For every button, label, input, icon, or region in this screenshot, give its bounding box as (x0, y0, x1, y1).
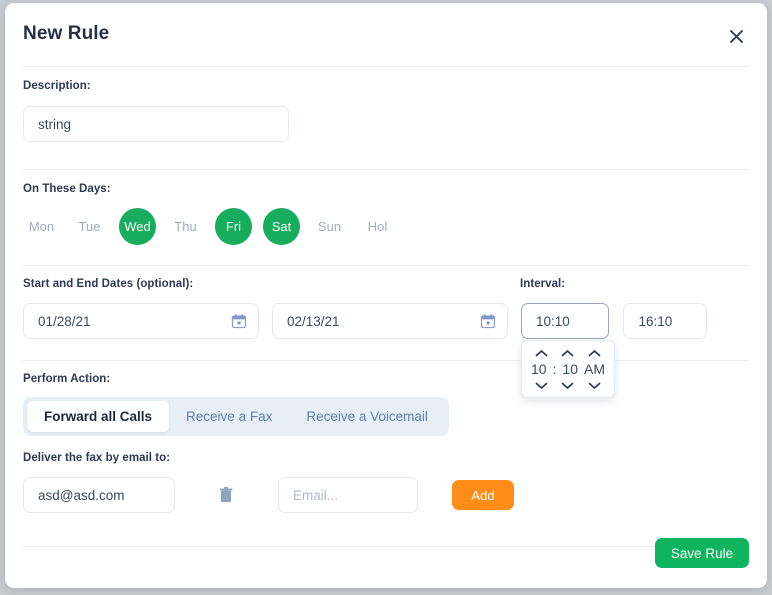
time-picker-minute: 10 (562, 361, 578, 377)
time-picker-meridiem: AM (583, 361, 605, 377)
time-picker-down-row (522, 381, 614, 390)
new-email-input[interactable] (278, 477, 418, 513)
email-section: Deliver the fax by email to: Add (5, 436, 767, 513)
email-row: Add (23, 477, 749, 513)
action-tab-group: Forward all Calls Receive a Fax Receive … (23, 397, 449, 436)
tab-forward-all-calls[interactable]: Forward all Calls (27, 401, 170, 432)
interval-field: 10 : 10 AM (521, 303, 708, 398)
time-picker-popup: 10 : 10 AM (521, 340, 615, 398)
close-icon[interactable] (724, 24, 748, 48)
interval-end-input[interactable] (623, 303, 708, 339)
email-label: Deliver the fax by email to: (23, 452, 171, 464)
description-label: Description: (23, 80, 91, 92)
start-date-input[interactable] (23, 303, 259, 339)
page-title: New Rule (23, 23, 110, 44)
day-chip-sat[interactable]: Sat (263, 208, 300, 245)
existing-email-input[interactable] (23, 477, 175, 513)
new-rule-dialog: New Rule Description: On These Days: Mon… (5, 3, 767, 588)
time-picker-separator: : (552, 361, 557, 377)
calendar-icon[interactable] (480, 313, 496, 329)
end-date-field (272, 303, 508, 339)
description-row (23, 106, 749, 142)
calendar-icon[interactable] (231, 313, 247, 329)
tab-receive-a-voicemail[interactable]: Receive a Voicemail (289, 401, 445, 432)
save-rule-button[interactable]: Save Rule (655, 538, 749, 568)
day-chip-tue[interactable]: Tue (71, 208, 108, 245)
days-section: On These Days: Mon Tue Wed Thu Fri Sat S… (5, 170, 767, 245)
time-picker-up-row (522, 349, 614, 358)
tab-receive-a-fax[interactable]: Receive a Fax (169, 401, 289, 432)
dates-label: Start and End Dates (optional): (23, 278, 194, 290)
days-label: On These Days: (23, 183, 111, 195)
dialog-header: New Rule (5, 3, 767, 66)
minute-decrement-icon[interactable] (561, 381, 574, 390)
minute-increment-icon[interactable] (561, 349, 574, 358)
description-input[interactable] (23, 106, 289, 142)
day-chip-mon[interactable]: Mon (23, 208, 60, 245)
days-row: Mon Tue Wed Thu Fri Sat Sun Hol (23, 208, 749, 245)
hour-increment-icon[interactable] (535, 349, 548, 358)
meridiem-increment-icon[interactable] (588, 349, 601, 358)
dialog-footer: Save Rule (5, 526, 767, 588)
hour-decrement-icon[interactable] (535, 381, 548, 390)
action-label: Perform Action: (23, 373, 111, 385)
interval-start-input[interactable] (521, 303, 609, 339)
dates-interval-section: Start and End Dates (optional): Interval… (5, 266, 767, 398)
dates-interval-row: 10 : 10 AM (23, 303, 749, 398)
day-chip-hol[interactable]: Hol (359, 208, 396, 245)
time-picker-hour: 10 (530, 361, 547, 377)
meridiem-decrement-icon[interactable] (588, 381, 601, 390)
start-date-field (23, 303, 259, 339)
end-date-input[interactable] (272, 303, 508, 339)
trash-icon[interactable] (218, 486, 234, 504)
add-email-button[interactable]: Add (452, 480, 514, 510)
day-chip-wed[interactable]: Wed (119, 208, 156, 245)
description-section: Description: (5, 67, 767, 142)
day-chip-fri[interactable]: Fri (215, 208, 252, 245)
action-section: Perform Action: Forward all Calls Receiv… (5, 361, 767, 436)
day-chip-sun[interactable]: Sun (311, 208, 348, 245)
time-picker-values: 10 : 10 AM (522, 358, 614, 381)
day-chip-thu[interactable]: Thu (167, 208, 204, 245)
interval-label: Interval: (520, 278, 566, 290)
